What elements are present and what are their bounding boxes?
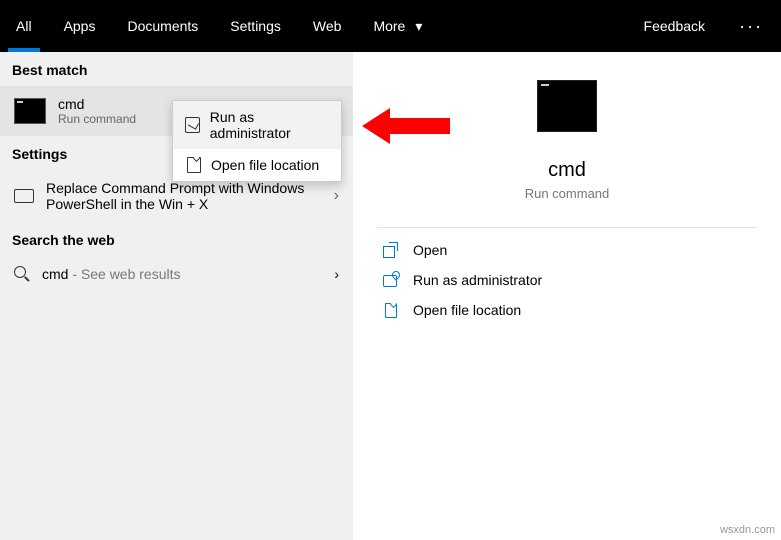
annotation-arrow — [362, 108, 450, 144]
more-options-icon[interactable]: ··· — [721, 0, 781, 52]
action-open-location[interactable]: Open file location — [383, 302, 757, 318]
file-location-icon — [383, 302, 399, 318]
context-menu: Run as administrator Open file location — [172, 100, 342, 182]
tab-settings[interactable]: Settings — [214, 0, 297, 52]
chevron-down-icon: ▾ — [415, 18, 422, 35]
action-run-admin[interactable]: Run as administrator — [383, 272, 757, 288]
action-open-label: Open — [413, 242, 447, 258]
watermark: wsxdn.com — [720, 524, 775, 536]
best-match-subtitle: Run command — [58, 112, 136, 126]
action-open[interactable]: Open — [383, 242, 757, 258]
open-icon — [383, 242, 399, 258]
tab-more-label: More — [373, 18, 405, 34]
chevron-right-icon: › — [334, 187, 339, 205]
ctx-open-location[interactable]: Open file location — [173, 149, 341, 181]
divider — [377, 227, 757, 228]
search-web-header: Search the web — [0, 222, 353, 256]
preview-title: cmd — [377, 159, 757, 182]
tab-apps[interactable]: Apps — [48, 0, 112, 52]
tab-documents[interactable]: Documents — [111, 0, 214, 52]
arrow-shaft — [390, 118, 450, 134]
shield-icon — [383, 272, 399, 288]
best-match-header: Best match — [0, 52, 353, 86]
preview-subtitle: Run command — [377, 186, 757, 201]
shield-icon — [185, 117, 200, 133]
cmd-icon-large — [537, 80, 597, 132]
file-location-icon — [185, 157, 201, 173]
tab-all[interactable]: All — [0, 0, 48, 52]
search-icon — [14, 266, 30, 282]
ctx-run-admin-label: Run as administrator — [210, 109, 329, 141]
search-filter-tabs: All Apps Documents Settings Web More ▾ F… — [0, 0, 781, 52]
web-result-item[interactable]: cmd - See web results › — [0, 256, 353, 292]
spacer — [438, 0, 627, 52]
arrow-head-icon — [362, 108, 390, 144]
tab-web[interactable]: Web — [297, 0, 358, 52]
best-match-title: cmd — [58, 96, 136, 112]
settings-result-text: Replace Command Prompt with Windows Powe… — [46, 180, 322, 212]
ctx-run-admin[interactable]: Run as administrator — [173, 101, 341, 149]
chevron-right-icon: › — [334, 266, 339, 282]
tab-more[interactable]: More ▾ — [357, 0, 438, 52]
web-result-query: cmd — [42, 266, 68, 282]
action-open-location-label: Open file location — [413, 302, 521, 318]
action-run-admin-label: Run as administrator — [413, 272, 542, 288]
feedback-button[interactable]: Feedback — [628, 0, 721, 52]
terminal-icon — [14, 189, 34, 203]
cmd-icon — [14, 98, 46, 124]
web-result-suffix: - See web results — [68, 266, 180, 282]
ctx-open-location-label: Open file location — [211, 157, 319, 173]
